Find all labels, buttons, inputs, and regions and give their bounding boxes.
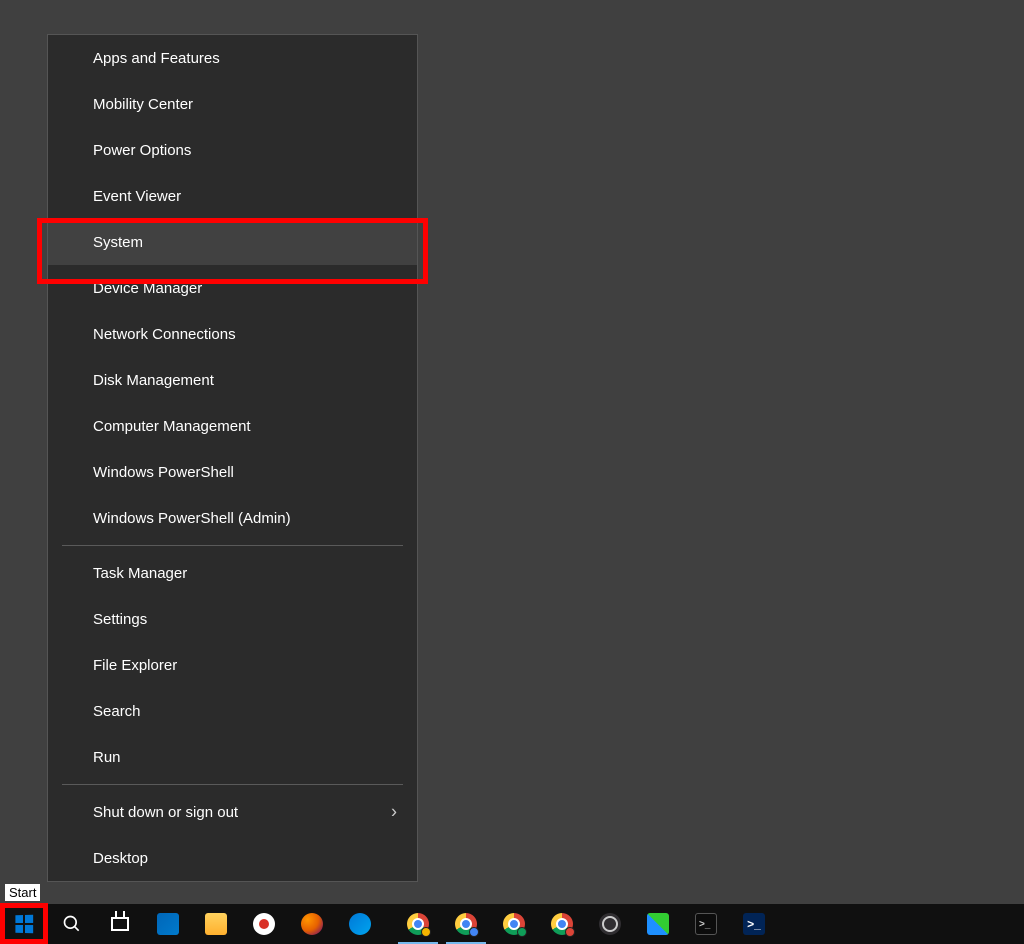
menu-item-settings[interactable]: Settings <box>48 596 417 642</box>
menu-item-label: Shut down or sign out <box>93 804 238 821</box>
menu-separator <box>62 545 403 546</box>
taskbar-file-explorer[interactable] <box>192 904 240 944</box>
taskbar-powershell[interactable]: >_ <box>730 904 778 944</box>
menu-item-label: Settings <box>93 611 147 628</box>
search-icon <box>60 912 84 936</box>
taskbar-start[interactable] <box>0 904 48 944</box>
snagit-icon <box>252 912 276 936</box>
firefox-icon <box>300 912 324 936</box>
menu-item-windows-powershell-admin-[interactable]: Windows PowerShell (Admin) <box>48 495 417 541</box>
winx-context-menu: Apps and Features Mobility Center Power Op… <box>47 34 418 882</box>
winscp-icon <box>646 912 670 936</box>
menu-item-label: Event Viewer <box>93 188 181 205</box>
chrome-icon <box>454 912 478 936</box>
obs-icon <box>598 912 622 936</box>
menu-separator <box>62 784 403 785</box>
file-explorer-icon <box>204 912 228 936</box>
menu-item-label: Device Manager <box>93 280 202 297</box>
menu-item-system[interactable]: System <box>48 219 417 265</box>
menu-item-mobility-center[interactable]: Mobility Center <box>48 81 417 127</box>
taskbar-search[interactable] <box>48 904 96 944</box>
taskbar: >_ >_ <box>0 904 1024 944</box>
menu-item-network-connections[interactable]: Network Connections <box>48 311 417 357</box>
menu-item-power-options[interactable]: Power Options <box>48 127 417 173</box>
taskbar-chrome-2[interactable] <box>442 904 490 944</box>
taskbar-snagit[interactable] <box>240 904 288 944</box>
menu-item-label: Power Options <box>93 142 191 159</box>
menu-item-event-viewer[interactable]: Event Viewer <box>48 173 417 219</box>
menu-item-shut-down-or-sign-out[interactable]: Shut down or sign out › <box>48 789 417 835</box>
taskbar-firefox[interactable] <box>288 904 336 944</box>
vscode-icon <box>156 912 180 936</box>
taskbar-task-view[interactable] <box>96 904 144 944</box>
menu-item-apps-and-features[interactable]: Apps and Features <box>48 35 417 81</box>
edge-icon <box>348 912 372 936</box>
menu-item-label: Apps and Features <box>93 50 220 67</box>
windows-logo-icon <box>12 912 36 936</box>
menu-item-windows-powershell[interactable]: Windows PowerShell <box>48 449 417 495</box>
menu-item-run[interactable]: Run <box>48 734 417 780</box>
powershell-icon: >_ <box>742 912 766 936</box>
menu-item-label: Mobility Center <box>93 96 193 113</box>
menu-item-label: Search <box>93 703 141 720</box>
menu-item-label: System <box>93 234 143 251</box>
menu-item-label: Computer Management <box>93 418 251 435</box>
menu-item-task-manager[interactable]: Task Manager <box>48 550 417 596</box>
menu-item-disk-management[interactable]: Disk Management <box>48 357 417 403</box>
menu-item-search[interactable]: Search <box>48 688 417 734</box>
menu-item-label: Disk Management <box>93 372 214 389</box>
taskbar-edge[interactable] <box>336 904 384 944</box>
taskbar-cmd[interactable]: >_ <box>682 904 730 944</box>
menu-item-label: Run <box>93 749 121 766</box>
taskbar-winscp[interactable] <box>634 904 682 944</box>
cmd-icon: >_ <box>694 912 718 936</box>
menu-item-computer-management[interactable]: Computer Management <box>48 403 417 449</box>
chevron-right-icon: › <box>391 802 397 823</box>
taskbar-vscode[interactable] <box>144 904 192 944</box>
chrome-icon <box>502 912 526 936</box>
taskbar-chrome-4[interactable] <box>538 904 586 944</box>
menu-item-desktop[interactable]: Desktop <box>48 835 417 881</box>
menu-item-device-manager[interactable]: Device Manager <box>48 265 417 311</box>
chrome-icon <box>406 912 430 936</box>
taskbar-obs[interactable] <box>586 904 634 944</box>
menu-item-label: Desktop <box>93 850 148 867</box>
taskbar-chrome-3[interactable] <box>490 904 538 944</box>
taskbar-chrome-1[interactable] <box>394 904 442 944</box>
menu-item-file-explorer[interactable]: File Explorer <box>48 642 417 688</box>
menu-item-label: Task Manager <box>93 565 187 582</box>
chrome-icon <box>550 912 574 936</box>
task-view-icon <box>108 912 132 936</box>
start-tooltip: Start <box>5 884 40 901</box>
menu-item-label: Network Connections <box>93 326 236 343</box>
menu-item-label: Windows PowerShell (Admin) <box>93 510 291 527</box>
menu-item-label: File Explorer <box>93 657 177 674</box>
menu-item-label: Windows PowerShell <box>93 464 234 481</box>
